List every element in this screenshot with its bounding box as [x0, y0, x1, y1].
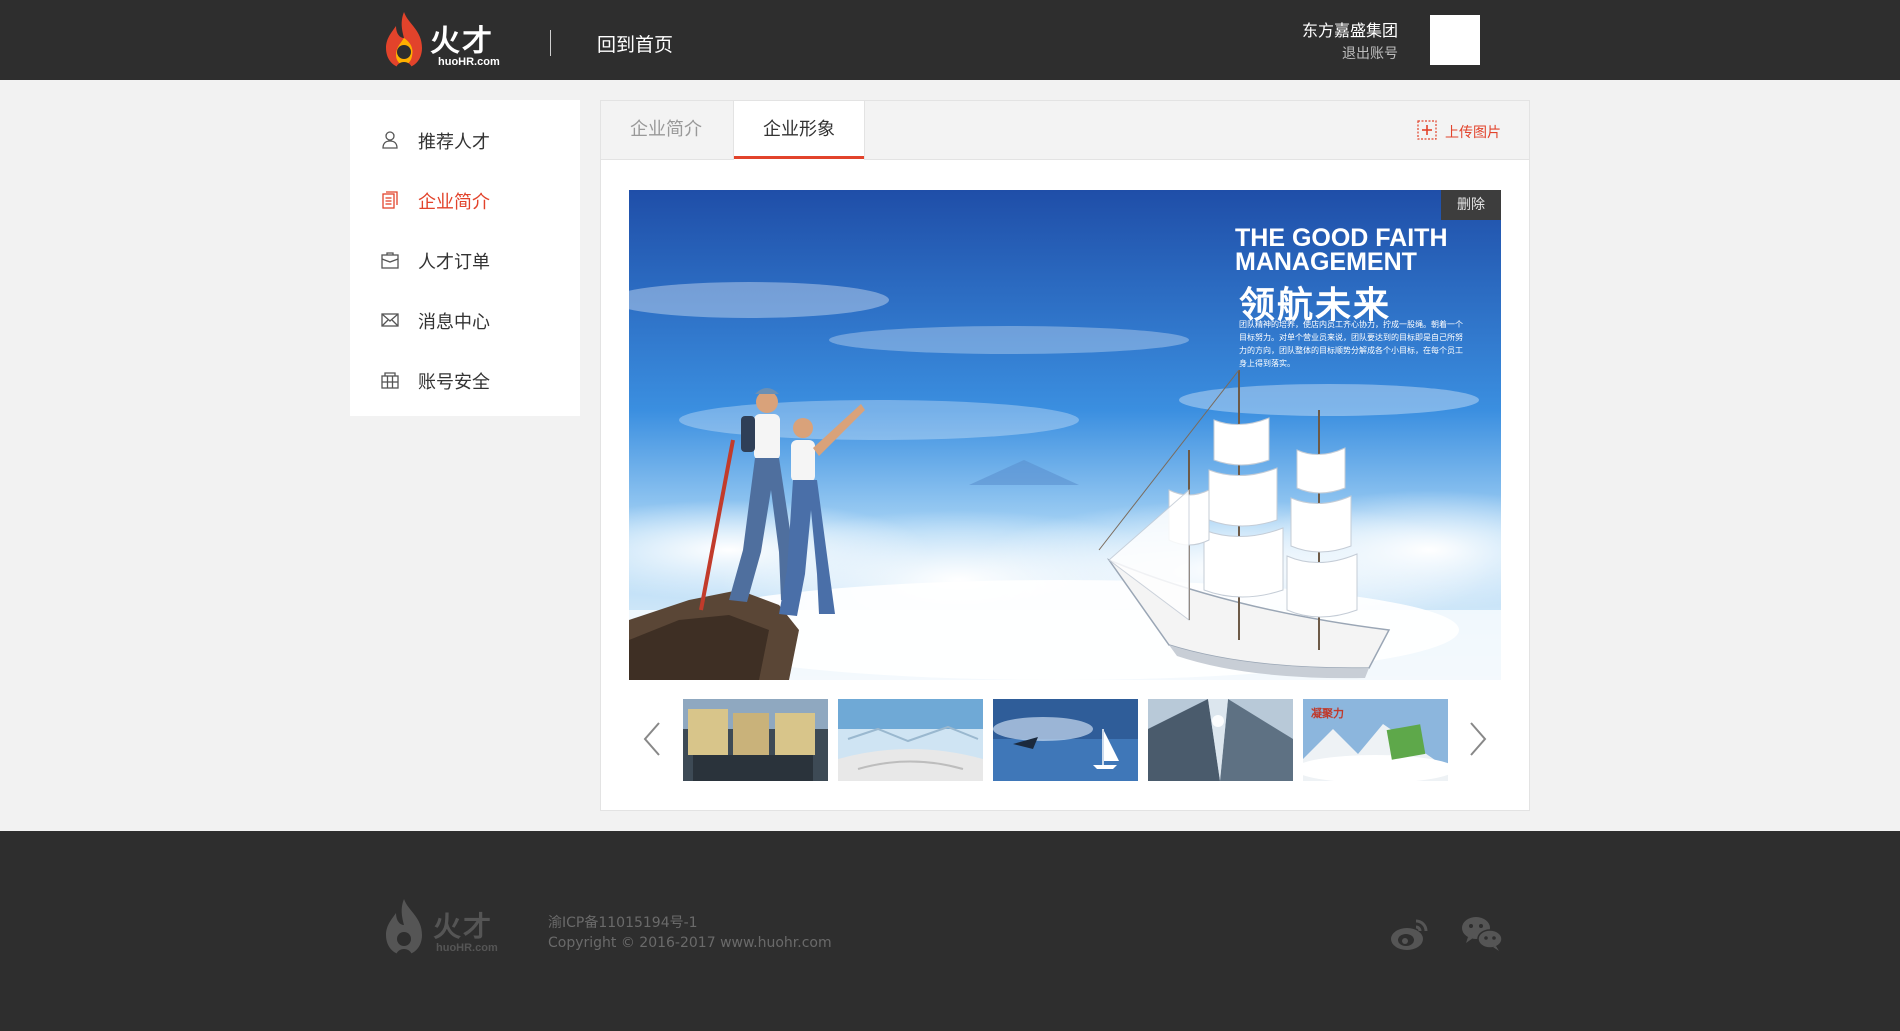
- thumbnail-carousel: 凝聚力: [629, 699, 1501, 781]
- footer-logo: 火才 huoHR.com: [378, 895, 508, 959]
- tab-bar: 企业简介 企业形象 上传图片: [601, 101, 1529, 160]
- chevron-right-icon[interactable]: [1463, 719, 1493, 759]
- logo-text: 火才: [430, 24, 494, 59]
- home-link[interactable]: 回到首页: [597, 30, 673, 57]
- sidebar-item-label: 账号安全: [418, 372, 490, 393]
- page-footer: 火才 huoHR.com 渝ICP备11015194号-1 Copyright …: [0, 831, 1900, 1031]
- brand-logo[interactable]: 火才 huoHR.com: [378, 8, 508, 72]
- active-tab-indicator: [734, 156, 864, 159]
- tab-company-intro[interactable]: 企业简介: [601, 101, 731, 159]
- copyright-text: Copyright © 2016-2017 www.huohr.com: [548, 935, 832, 951]
- thumbnail-image: [838, 699, 983, 781]
- footer-logo-text: 火才: [433, 910, 494, 943]
- sidebar-item-label: 企业简介: [418, 192, 490, 213]
- user-icon: [382, 131, 398, 149]
- thumbnail-image: [683, 699, 828, 781]
- weibo-icon[interactable]: [1388, 911, 1432, 955]
- sidebar-item-label: 推荐人才: [418, 132, 490, 153]
- sidebar: 推荐人才 企业简介 人才订单 消息中心 账号安全: [350, 100, 580, 416]
- logout-link[interactable]: 退出账号: [1342, 43, 1398, 63]
- thumbnail-skyscrapers[interactable]: [1148, 699, 1293, 781]
- header-divider: [550, 30, 551, 56]
- thumbnail-image: [993, 699, 1138, 781]
- avatar[interactable]: [1430, 15, 1480, 65]
- company-image-panel: 企业简介 企业形象 上传图片 THE GOOD FAITH MANAGEMENT…: [600, 100, 1530, 811]
- thumbnail-sky-paper[interactable]: [838, 699, 983, 781]
- mail-icon: [381, 313, 399, 327]
- icp-record: 渝ICP备11015194号-1: [548, 915, 698, 931]
- sidebar-item-label: 人才订单: [418, 252, 490, 273]
- image-description: 团队精神的培养，使店内员工齐心协力，拧成一股绳。朝着一个目标努力。对单个营业员来…: [1239, 320, 1463, 368]
- thumbnail-sea-sail[interactable]: [993, 699, 1138, 781]
- tab-company-image[interactable]: 企业形象: [733, 101, 865, 160]
- image-heading-en: THE GOOD FAITH MANAGEMENT: [1235, 224, 1448, 276]
- sidebar-item-account-security[interactable]: 账号安全: [350, 350, 580, 410]
- thumbnail-image: 凝聚力: [1303, 699, 1448, 781]
- top-header: 火才 huoHR.com 回到首页 东方嘉盛集团 退出账号: [0, 0, 1900, 80]
- sidebar-item-recommend[interactable]: 推荐人才: [350, 110, 580, 170]
- thumbnail-cohesion[interactable]: 凝聚力: [1303, 699, 1448, 781]
- thumbnail-team[interactable]: [683, 699, 828, 781]
- thumbnail-image: [1148, 699, 1293, 781]
- logo-subtext: huoHR.com: [438, 56, 500, 68]
- add-image-icon: [1417, 120, 1437, 140]
- svg-text:凝聚力: 凝聚力: [1311, 706, 1344, 720]
- flame-icon: [386, 12, 422, 68]
- sidebar-item-messages[interactable]: 消息中心: [350, 290, 580, 350]
- flame-icon: [386, 899, 422, 955]
- sidebar-item-company-intro[interactable]: 企业简介: [350, 170, 580, 230]
- tab-label: 企业形象: [763, 119, 835, 140]
- footer-logo-subtext: huoHR.com: [436, 942, 498, 954]
- building-icon: [381, 372, 399, 389]
- document-icon: [382, 191, 398, 209]
- chevron-left-icon[interactable]: [637, 719, 667, 759]
- delete-button[interactable]: 删除: [1441, 190, 1501, 220]
- sidebar-item-talent-orders[interactable]: 人才订单: [350, 230, 580, 290]
- briefcase-icon: [381, 252, 399, 269]
- main-showcase-image[interactable]: THE GOOD FAITH MANAGEMENT 领航未来 团队精神的培养，使…: [629, 190, 1501, 680]
- upload-label: 上传图片: [1445, 125, 1501, 141]
- company-name: 东方嘉盛集团: [1302, 21, 1399, 40]
- wechat-icon[interactable]: [1460, 911, 1504, 955]
- sidebar-item-label: 消息中心: [418, 312, 490, 333]
